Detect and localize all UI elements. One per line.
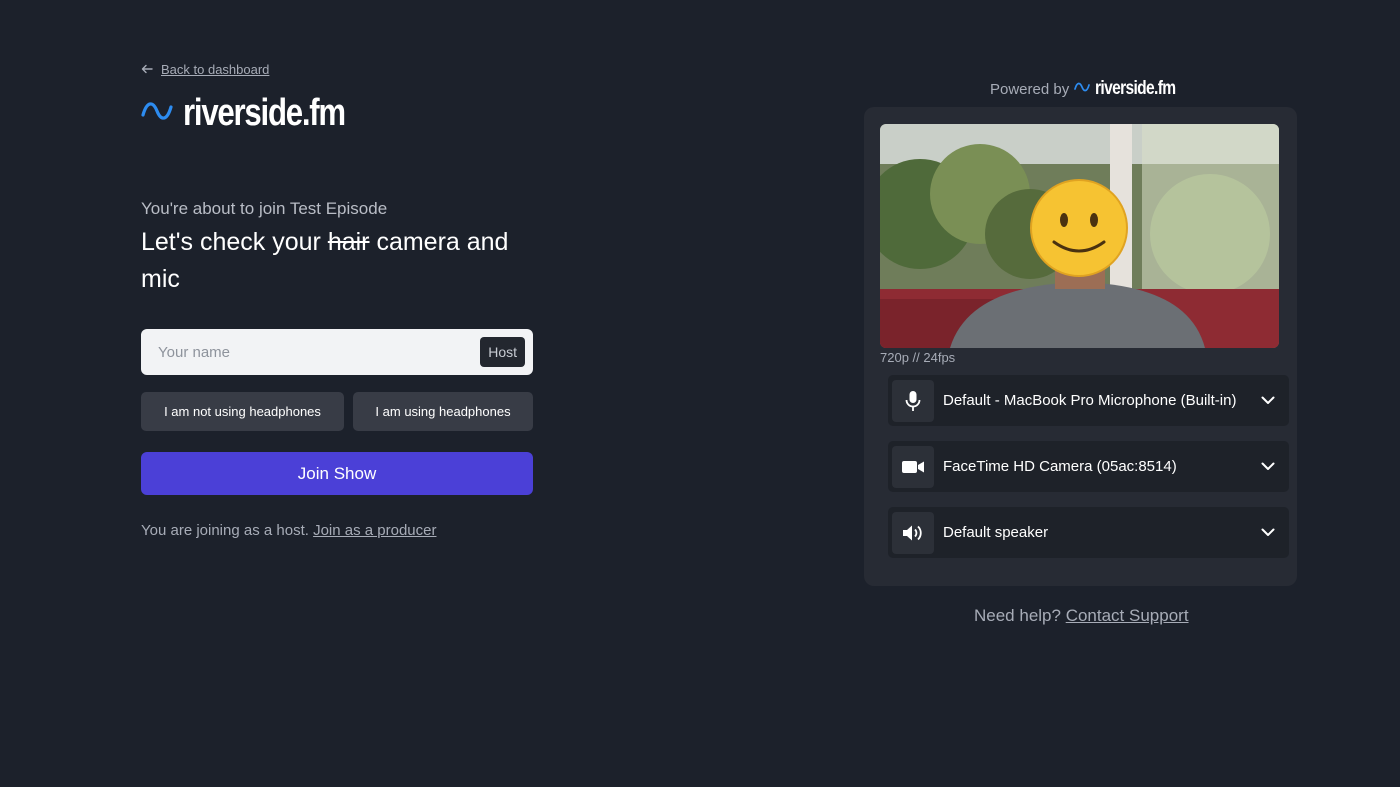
microphone-select-label: Default - MacBook Pro Microphone (Built-… <box>943 392 1237 409</box>
using-headphones-button[interactable]: I am using headphones <box>353 392 533 431</box>
host-note-text: You are joining as a host. <box>141 522 314 539</box>
chevron-down-icon <box>1261 528 1275 537</box>
join-show-button[interactable]: Join Show <box>141 452 533 495</box>
wave-icon <box>1074 80 1091 98</box>
episode-subtitle: You're about to join Test Episode <box>141 199 388 218</box>
camera-preview <box>880 124 1279 348</box>
logo-wordmark: riverside.fm <box>183 92 346 134</box>
camera-select[interactable]: FaceTime HD Camera (05ac:8514) <box>888 441 1289 492</box>
headline-start: Let's check your <box>141 228 328 256</box>
powered-by-prefix: Powered by <box>990 80 1070 98</box>
powered-by: Powered by riverside.fm <box>990 78 1193 100</box>
help-text: Need help? Contact Support <box>974 606 1189 626</box>
riverside-logo: riverside.fm <box>141 92 380 135</box>
back-to-dashboard-link[interactable]: Back to dashboard <box>141 62 269 77</box>
wave-icon <box>141 97 173 130</box>
speaker-icon <box>892 511 934 554</box>
role-badge: Host <box>480 337 525 367</box>
chevron-down-icon <box>1261 462 1275 471</box>
host-note: You are joining as a host. Join as a pro… <box>141 522 436 539</box>
device-check-panel: 720p // 24fps Default - MacBook Pro Micr… <box>864 107 1297 586</box>
camera-select-label: FaceTime HD Camera (05ac:8514) <box>943 458 1177 475</box>
contact-support-link[interactable]: Contact Support <box>1066 606 1189 625</box>
microphone-select[interactable]: Default - MacBook Pro Microphone (Built-… <box>888 375 1289 426</box>
name-input[interactable] <box>141 329 478 375</box>
name-field: Host <box>141 329 533 375</box>
powered-by-brand: riverside.fm <box>1095 78 1176 99</box>
headline-struck-word: hair <box>327 228 370 256</box>
speaker-select[interactable]: Default speaker <box>888 507 1289 558</box>
microphone-icon <box>892 379 934 422</box>
join-as-producer-link[interactable]: Join as a producer <box>313 522 436 539</box>
not-using-headphones-button[interactable]: I am not using headphones <box>141 392 344 431</box>
camera-icon <box>892 445 934 488</box>
chevron-down-icon <box>1261 396 1275 405</box>
speaker-select-label: Default speaker <box>943 524 1049 541</box>
resolution-label: 720p // 24fps <box>880 350 956 365</box>
help-prefix: Need help? <box>974 606 1066 625</box>
back-link-label: Back to dashboard <box>161 62 270 77</box>
page-title: Let's check your hair camera and mic <box>141 224 541 298</box>
arrow-left-icon <box>141 62 153 77</box>
